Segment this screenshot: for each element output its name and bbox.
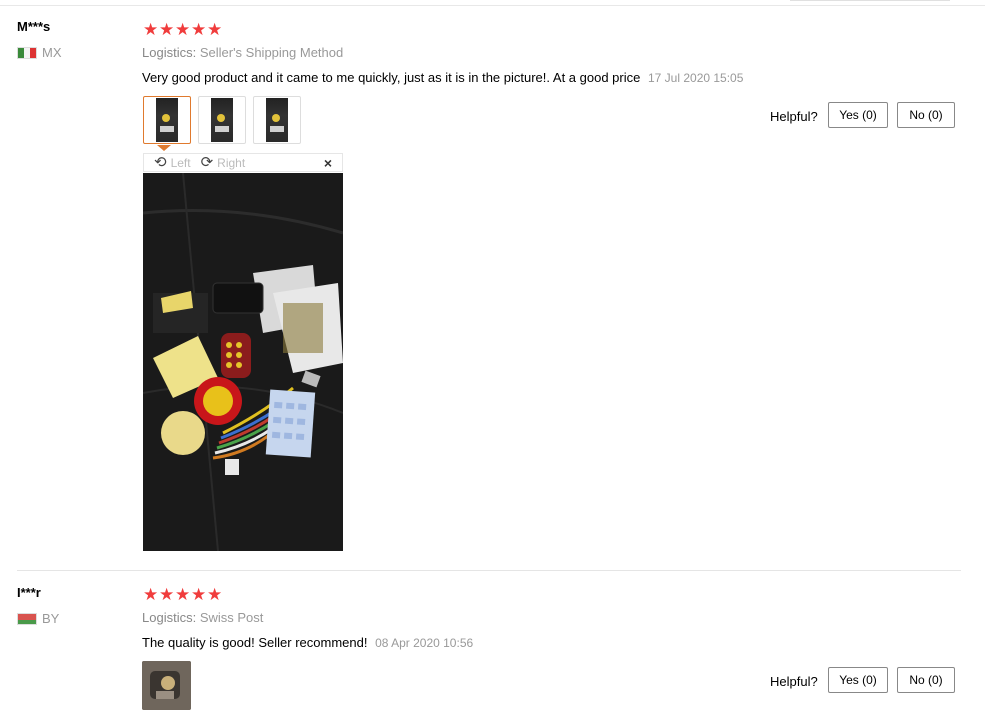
reviewer-name: I***r: [17, 585, 41, 600]
star-icon: ★: [191, 585, 207, 604]
country-code: BY: [42, 611, 60, 626]
top-border: [0, 5, 985, 6]
logistics-value: Seller's Shipping Method: [199, 45, 344, 60]
reviewer-country: BY: [17, 611, 59, 626]
logistics-label: Logistics:: [142, 610, 197, 625]
star-icon: ★: [207, 585, 223, 604]
star-icon: ★: [191, 20, 207, 39]
review-photo-thumbnail[interactable]: [198, 96, 246, 144]
rotate-left-label: Left: [170, 155, 191, 170]
review-date: 08 Apr 2020 10:56: [375, 636, 474, 650]
review-photo-large: [143, 173, 343, 551]
star-icon: ★: [175, 585, 191, 604]
logistics-info: Logistics: Seller's Shipping Method: [142, 45, 343, 60]
helpful-label: Helpful?: [770, 109, 818, 124]
review-body: The quality is good! Seller recommend! 0…: [142, 635, 473, 650]
country-code: MX: [42, 45, 62, 60]
star-rating: ★ ★ ★ ★ ★: [143, 585, 223, 604]
star-icon: ★: [207, 20, 223, 39]
review-divider: [17, 570, 961, 571]
star-icon: ★: [159, 585, 175, 604]
rotate-right-label: Right: [217, 155, 246, 170]
helpful-no-button[interactable]: No (0): [897, 102, 955, 128]
photo-thumbnail-image: [156, 98, 178, 142]
helpful-no-button[interactable]: No (0): [897, 667, 955, 693]
review-photo-thumbnail[interactable]: [142, 661, 191, 710]
mexico-flag-icon: [17, 46, 37, 59]
review-body: Very good product and it came to me quic…: [142, 70, 743, 85]
active-thumbnail-pointer: [157, 145, 171, 151]
reviewer-name: M***s: [17, 19, 51, 34]
review-photo-thumbnail[interactable]: [253, 96, 301, 144]
rotate-right-button[interactable]: ⟳ Right: [201, 155, 246, 170]
reviewer-country: MX: [17, 45, 62, 60]
photo-thumbnail-image: [266, 98, 288, 142]
review-text: The quality is good! Seller recommend!: [142, 635, 368, 650]
star-icon: ★: [143, 585, 159, 604]
logistics-label: Logistics:: [142, 45, 197, 60]
helpful-label: Helpful?: [770, 674, 818, 689]
product-photo-thumbnail: [142, 661, 191, 710]
star-rating: ★ ★ ★ ★ ★: [143, 20, 223, 39]
rotate-left-button[interactable]: ⟲ Left: [154, 155, 191, 170]
review-date: 17 Jul 2020 15:05: [647, 71, 744, 85]
helpful-yes-button[interactable]: Yes (0): [828, 667, 888, 693]
photo-thumbnail-image: [211, 98, 233, 142]
helpful-yes-button[interactable]: Yes (0): [828, 102, 888, 128]
rotate-right-icon: ⟳: [200, 154, 214, 171]
logistics-info: Logistics: Swiss Post: [142, 610, 263, 625]
belarus-flag-icon: [17, 612, 37, 625]
star-icon: ★: [159, 20, 175, 39]
review-photo-thumbnail[interactable]: [143, 96, 191, 144]
top-tab-edge: [790, 0, 950, 1]
close-icon[interactable]: ×: [324, 155, 332, 171]
image-viewer-toolbar: ⟲ Left ⟳ Right ×: [143, 153, 343, 172]
star-icon: ★: [143, 20, 159, 39]
product-photo: [143, 173, 343, 551]
review-text: Very good product and it came to me quic…: [142, 70, 641, 85]
star-icon: ★: [175, 20, 191, 39]
logistics-value: Swiss Post: [199, 610, 264, 625]
rotate-left-icon: ⟲: [154, 154, 167, 171]
